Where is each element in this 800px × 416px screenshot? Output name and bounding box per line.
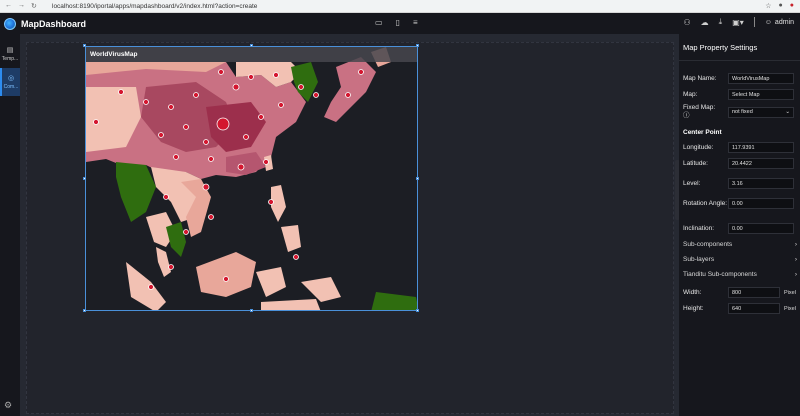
inclination-row: Inclination: 0.00 (683, 223, 800, 234)
upload-icon[interactable]: ☁ (701, 18, 709, 27)
extension-icon[interactable]: ● (790, 2, 794, 10)
chevron-right-icon: › (794, 271, 797, 278)
resize-handle-tl[interactable] (83, 44, 86, 47)
fixed-map-row: Fixed Map: ⓘ not fixed ⌄ (683, 104, 800, 120)
width-input[interactable]: 800 (728, 287, 780, 298)
longitude-row: Longitude: 117.9391 (683, 142, 800, 153)
tianditu-expander[interactable]: Tianditu Sub-components › (683, 271, 797, 278)
resize-handle-ml[interactable] (83, 177, 86, 180)
browser-toolbar: ← → ↻ localhost:8190/iportal/apps/mapdas… (0, 0, 800, 13)
map-title: WorldVirusMap (86, 47, 417, 62)
sidebar-item-label: Temp... (1, 56, 19, 62)
level-label: Level: (683, 179, 701, 187)
property-panel: Map Property Settings Map Name: WorldVir… (679, 34, 800, 416)
user-icon: ☺ (764, 18, 772, 26)
menu-icon[interactable]: ≡ (413, 18, 418, 27)
app-header: MapDashboard ▭ ▯ ≡ ⚇ ☁ ⤓ ▣▾ ☺ admin (0, 13, 800, 34)
sub-components-label: Sub-components (683, 241, 733, 248)
fixed-map-value: not fixed (732, 109, 753, 115)
height-row: Height: 640 Pixel (683, 303, 800, 314)
chevron-down-icon: ⌄ (785, 109, 790, 115)
sidebar-item-components[interactable]: ◎ Com... (0, 68, 20, 96)
star-icon[interactable]: ☆ (765, 2, 771, 10)
component-icon: ◎ (7, 75, 15, 82)
map-label: Map: (683, 90, 698, 98)
latitude-label: Latitude: (683, 159, 708, 167)
level-row: Level: 3.16 (683, 178, 800, 189)
map-widget[interactable]: WorldVirusMap (85, 46, 418, 311)
chevron-right-icon: › (794, 241, 797, 248)
width-unit: Pixel (784, 289, 796, 296)
resize-handle-tr[interactable] (416, 44, 419, 47)
width-row: Width: 800 Pixel (683, 287, 800, 298)
mobile-icon[interactable]: ▯ (396, 18, 400, 27)
browser-extensions: ☆ ● ● (765, 2, 800, 10)
resize-handle-mr[interactable] (416, 177, 419, 180)
rotation-input[interactable]: 0.00 (728, 198, 794, 209)
latitude-input[interactable]: 20.4422 (728, 158, 794, 169)
center-point-title: Center Point (683, 129, 722, 136)
resize-handle-tm[interactable] (250, 44, 253, 47)
height-unit: Pixel (784, 305, 796, 312)
rotation-label: Rotation Angle: (683, 199, 728, 207)
map-name-label: Map Name: (683, 74, 717, 82)
info-icon[interactable]: ⓘ (683, 112, 690, 119)
resize-handle-bm[interactable] (250, 309, 253, 312)
resize-handle-bl[interactable] (83, 309, 86, 312)
header-actions: ⚇ ☁ ⤓ ▣▾ ☺ admin (683, 17, 794, 27)
map-name-input[interactable]: WorldVirusMap (728, 73, 794, 84)
inclination-label: Inclination: (683, 224, 715, 232)
chevron-right-icon: › (794, 256, 797, 263)
tianditu-label: Tianditu Sub-components (683, 271, 757, 278)
sub-layers-expander[interactable]: Sub-layers › (683, 256, 797, 263)
back-icon[interactable]: ← (5, 2, 12, 10)
download-icon[interactable]: ⤓ (719, 17, 723, 27)
left-sidebar: ▤ Temp... ◎ Com... ⚙ (0, 34, 20, 416)
save-icon[interactable]: ▣▾ (732, 18, 744, 27)
profile-icon[interactable]: ● (779, 2, 783, 10)
map-graphic (86, 47, 417, 310)
sidebar-item-templates[interactable]: ▤ Temp... (0, 40, 20, 68)
reload-icon[interactable]: ↻ (31, 2, 37, 10)
user-name: admin (774, 18, 794, 26)
sidebar-item-label: Com... (3, 84, 19, 90)
person-icon[interactable]: ⚇ (683, 18, 690, 27)
app-logo-icon (4, 17, 16, 30)
map-select-button[interactable]: Select Map (728, 89, 794, 100)
inclination-input[interactable]: 0.00 (728, 223, 794, 234)
width-label: Width: (683, 288, 702, 296)
header-separator (753, 17, 755, 27)
fixed-map-label: Fixed Map: ⓘ (683, 104, 716, 119)
height-label: Height: (683, 304, 704, 312)
fixed-map-select[interactable]: not fixed ⌄ (728, 106, 794, 118)
address-bar[interactable]: localhost:8190/iportal/apps/mapdashboard… (48, 3, 765, 10)
map-name-row: Map Name: WorldVirusMap (683, 73, 800, 84)
resize-handle-br[interactable] (416, 309, 419, 312)
latitude-row: Latitude: 20.4422 (683, 158, 800, 169)
app-title: MapDashboard (21, 18, 87, 29)
height-input[interactable]: 640 (728, 303, 780, 314)
forward-icon[interactable]: → (18, 2, 25, 10)
level-input[interactable]: 3.16 (728, 178, 794, 189)
settings-gear-icon[interactable]: ⚙ (4, 400, 12, 411)
template-icon: ▤ (6, 47, 14, 54)
sub-components-expander[interactable]: Sub-components › (683, 241, 797, 248)
map-select-row: Map: Select Map (683, 89, 800, 100)
longitude-label: Longitude: (683, 143, 714, 151)
sub-layers-label: Sub-layers (683, 256, 715, 263)
device-preview-group: ▭ ▯ ≡ (375, 18, 418, 27)
longitude-input[interactable]: 117.9391 (728, 142, 794, 153)
rotation-row: Rotation Angle: 0.00 (683, 198, 800, 209)
browser-nav: ← → ↻ (0, 2, 48, 10)
desktop-icon[interactable]: ▭ (375, 18, 383, 27)
user-menu[interactable]: ☺ admin (765, 19, 794, 26)
panel-title: Map Property Settings (679, 34, 800, 61)
